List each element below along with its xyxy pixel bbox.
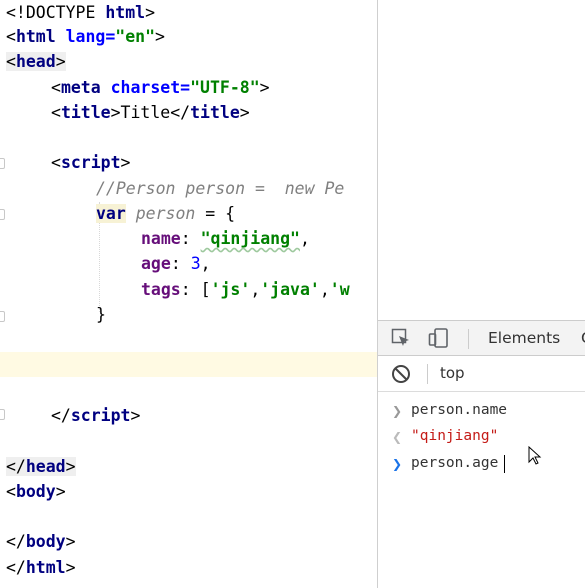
prompt-chevron-icon: ❯ (392, 457, 403, 471)
current-line-highlight (0, 352, 377, 377)
console-result-text: "qinjiang" (411, 428, 499, 444)
code-line-html-open: <html lang="en"> (6, 27, 165, 46)
result-chevron-icon: ❮ (392, 430, 403, 444)
mouse-cursor-icon (528, 446, 542, 465)
code-line-body-open: <body> (6, 482, 66, 501)
devtools-toolbar: Elements C (378, 320, 585, 356)
console-filter-bar: top (378, 356, 585, 392)
code-line-var: var person = { (96, 204, 236, 223)
context-selector[interactable]: top (440, 364, 465, 382)
text-caret (504, 455, 505, 473)
code-editor[interactable]: <!DOCTYPE html> <html lang="en"> <head> … (0, 0, 377, 588)
console-prompt[interactable]: ❯ person.age (378, 451, 585, 477)
code-line-name: name: "qinjiang", (141, 229, 310, 248)
tab-elements[interactable]: Elements (488, 329, 560, 347)
history-input-chevron-icon: ❯ (392, 404, 403, 418)
devtools-blank-area (378, 0, 585, 320)
fold-marker-icon (0, 409, 5, 420)
inspect-element-icon[interactable] (391, 328, 411, 348)
console-output[interactable]: ❯ person.name ❮ "qinjiang" ❯ person.age (378, 392, 585, 588)
console-input-text: person.name (411, 402, 508, 418)
fold-marker-icon (0, 158, 5, 169)
code-line-head-close: </head> (6, 457, 76, 476)
code-line-head-open: <head> (6, 52, 66, 71)
console-entry: ❯ person.name (378, 398, 585, 424)
code-line-script-open: <script> (51, 153, 131, 172)
code-line-meta: <meta charset="UTF-8"> (51, 78, 270, 97)
code-line-title: <title>Title</title> (51, 103, 250, 122)
fold-marker-icon (0, 311, 5, 322)
code-line-close-brace: } (96, 305, 106, 324)
clear-console-icon[interactable] (391, 364, 411, 384)
code-line-comment: //Person person = new Pe (96, 179, 345, 198)
device-toolbar-icon[interactable] (428, 328, 448, 348)
toolbar-separator (468, 329, 469, 349)
code-line-html-close: </html> (6, 558, 76, 577)
code-line-tags: tags: ['js','java','w (141, 280, 350, 299)
filter-separator (427, 364, 428, 384)
console-prompt-input[interactable]: person.age (411, 455, 498, 471)
devtools-panel: Elements C top ❯ person.name ❮ "qinjiang… (377, 0, 585, 588)
code-line-doctype: <!DOCTYPE html> (6, 3, 156, 22)
console-entry: ❮ "qinjiang" (378, 424, 585, 450)
code-line-age: age: 3, (141, 254, 211, 273)
tab-console[interactable]: C (581, 329, 585, 347)
fold-marker-icon (0, 209, 5, 220)
code-line-body-close: </body> (6, 532, 76, 551)
code-line-script-close: </script> (51, 406, 141, 425)
